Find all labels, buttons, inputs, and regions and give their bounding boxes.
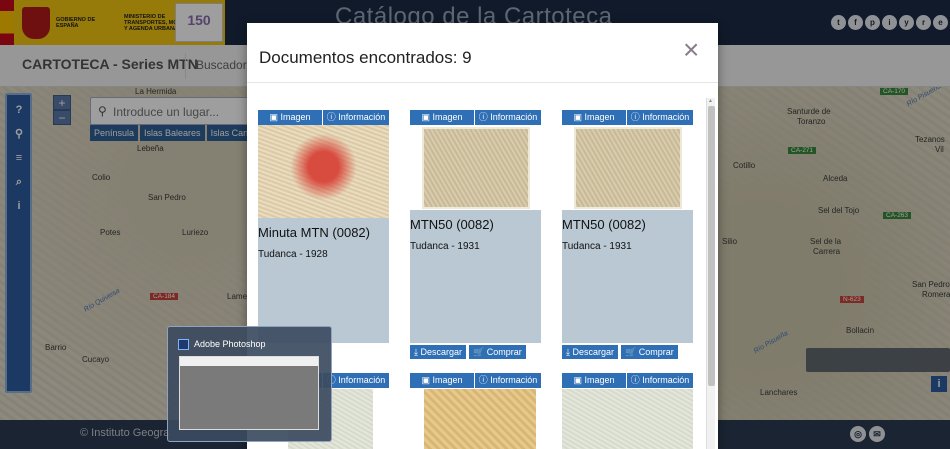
document-name: MTN50 (0082) xyxy=(562,217,646,232)
imagen-button[interactable]: ▣ Imagen xyxy=(562,110,626,125)
informacion-button[interactable]: ⓘ Información xyxy=(475,110,541,125)
result-card: ▣ Imagen ⓘ Información xyxy=(562,373,693,449)
informacion-button[interactable]: ⓘ Información xyxy=(627,373,693,388)
card-body: Minuta MTN (0082) Tudanca - 1928 xyxy=(258,125,389,343)
photoshop-icon xyxy=(178,339,189,350)
modal-title: Documentos encontrados: 9 xyxy=(259,48,472,67)
taskbar-preview[interactable]: Adobe Photoshop xyxy=(167,326,332,442)
modal-scrollbar[interactable]: ▲ xyxy=(706,98,715,449)
imagen-button[interactable]: ▣ Imagen xyxy=(562,373,626,388)
document-name: MTN50 (0082) xyxy=(410,217,494,232)
document-place: Tudanca - 1931 xyxy=(562,241,632,252)
descargar-button[interactable]: ⤓ Descargar xyxy=(410,345,466,359)
informacion-button[interactable]: ⓘ Información xyxy=(323,373,389,388)
preview-thumbnail[interactable] xyxy=(179,356,319,430)
imagen-button[interactable]: ▣ Imagen xyxy=(258,110,322,125)
comprar-button[interactable]: 🛒 Comprar xyxy=(621,345,678,359)
map-thumbnail[interactable] xyxy=(422,127,530,209)
comprar-button[interactable]: 🛒 Comprar xyxy=(469,345,526,359)
document-name: Minuta MTN (0082) xyxy=(258,225,370,240)
map-thumbnail[interactable] xyxy=(258,125,389,218)
card-body: MTN50 (0082) Tudanca - 1931 xyxy=(562,125,693,343)
result-card: ▣ Imagen ⓘ Información MTN50 (0082) Tuda… xyxy=(410,110,541,370)
descargar-button[interactable]: ⤓ Descargar xyxy=(562,345,618,359)
preview-title: Adobe Photoshop xyxy=(194,339,266,349)
result-card: ▣ Imagen ⓘ Información xyxy=(410,373,541,449)
imagen-button[interactable]: ▣ Imagen xyxy=(410,373,474,388)
informacion-button[interactable]: ⓘ Información xyxy=(475,373,541,388)
scroll-thumb[interactable] xyxy=(708,106,715,386)
informacion-button[interactable]: ⓘ Información xyxy=(323,110,389,125)
imagen-button[interactable]: ▣ Imagen xyxy=(410,110,474,125)
informacion-button[interactable]: ⓘ Información xyxy=(627,110,693,125)
map-thumbnail[interactable] xyxy=(562,389,693,449)
document-place: Tudanca - 1928 xyxy=(258,249,328,260)
map-thumbnail[interactable] xyxy=(574,127,682,209)
result-card: ▣ Imagen ⓘ Información MTN50 (0082) Tuda… xyxy=(562,110,693,370)
document-place: Tudanca - 1931 xyxy=(410,241,480,252)
scroll-up-icon[interactable]: ▲ xyxy=(708,98,713,104)
close-icon[interactable]: × xyxy=(683,35,699,65)
card-body: MTN50 (0082) Tudanca - 1931 xyxy=(410,125,541,343)
map-thumbnail[interactable] xyxy=(424,389,536,449)
modal-header: Documentos encontrados: 9 × xyxy=(247,23,718,83)
